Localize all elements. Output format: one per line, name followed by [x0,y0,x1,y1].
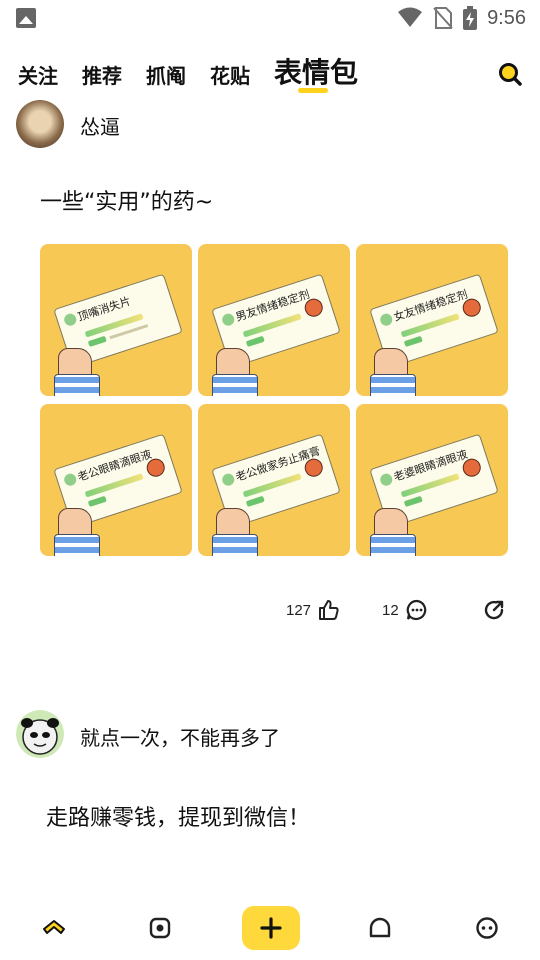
like-icon [319,600,339,620]
image-grid: 顶嘴消失片 男友情绪稳定剂 女友情绪稳定剂 老公眼睛滴眼液 老公做家务止痛膏 老… [40,244,510,558]
comment-count: 12 [382,601,399,619]
like-count: 127 [286,601,312,619]
nav-notification[interactable] [366,914,394,942]
meme-image[interactable]: 顶嘴消失片 [40,244,192,396]
post-username[interactable]: 就点一次，不能再多了 [80,722,280,751]
bottom-nav [0,900,540,960]
tab-memes[interactable]: 表情包 [274,51,358,91]
home-icon [43,920,65,934]
post-text: 一些“实用”的药~ [40,190,214,215]
battery-charging-icon [463,6,478,30]
meme-image[interactable]: 女友情绪稳定剂 [356,244,508,396]
comment-icon [406,599,426,621]
meme-image[interactable]: 老公做家务止痛膏 [198,404,350,556]
meme-image[interactable]: 老公眼睛滴眼液 [40,404,192,556]
gallery-icon [16,8,36,28]
meme-image[interactable]: 老婆眼睛滴眼液 [356,404,508,556]
discover-icon [149,917,171,939]
publish-button[interactable] [242,906,300,950]
notification-icon [369,917,391,938]
tab-recommend[interactable]: 推荐 [82,60,122,89]
post-username[interactable]: 怂逼 [80,111,120,140]
search-icon[interactable] [496,60,524,88]
tab-lottery[interactable]: 抓阄 [146,60,186,89]
publish-icon [260,917,282,939]
nav-profile[interactable] [473,914,501,942]
wifi-icon [398,7,423,27]
active-tab-indicator [298,88,328,93]
avatar[interactable] [16,710,64,758]
share-button[interactable] [482,598,506,622]
like-button[interactable]: 127 [286,598,341,622]
tab-posts[interactable]: 花贴 [210,60,250,89]
status-bar: 9:56 [0,0,540,36]
avatar[interactable] [16,100,64,148]
no-sim-icon [433,7,453,29]
status-time: 9:56 [487,6,526,29]
comment-button[interactable]: 12 [382,598,429,622]
profile-icon [476,917,498,939]
top-tabs: 关注 推荐 抓阄 花贴 表情包 [0,48,540,98]
nav-discover[interactable] [146,914,174,942]
share-icon [484,600,504,620]
tab-follow[interactable]: 关注 [18,60,58,89]
meme-image[interactable]: 男友情绪稳定剂 [198,244,350,396]
post-text: 走路赚零钱，提现到微信！ [46,806,311,831]
nav-home[interactable] [40,914,68,942]
